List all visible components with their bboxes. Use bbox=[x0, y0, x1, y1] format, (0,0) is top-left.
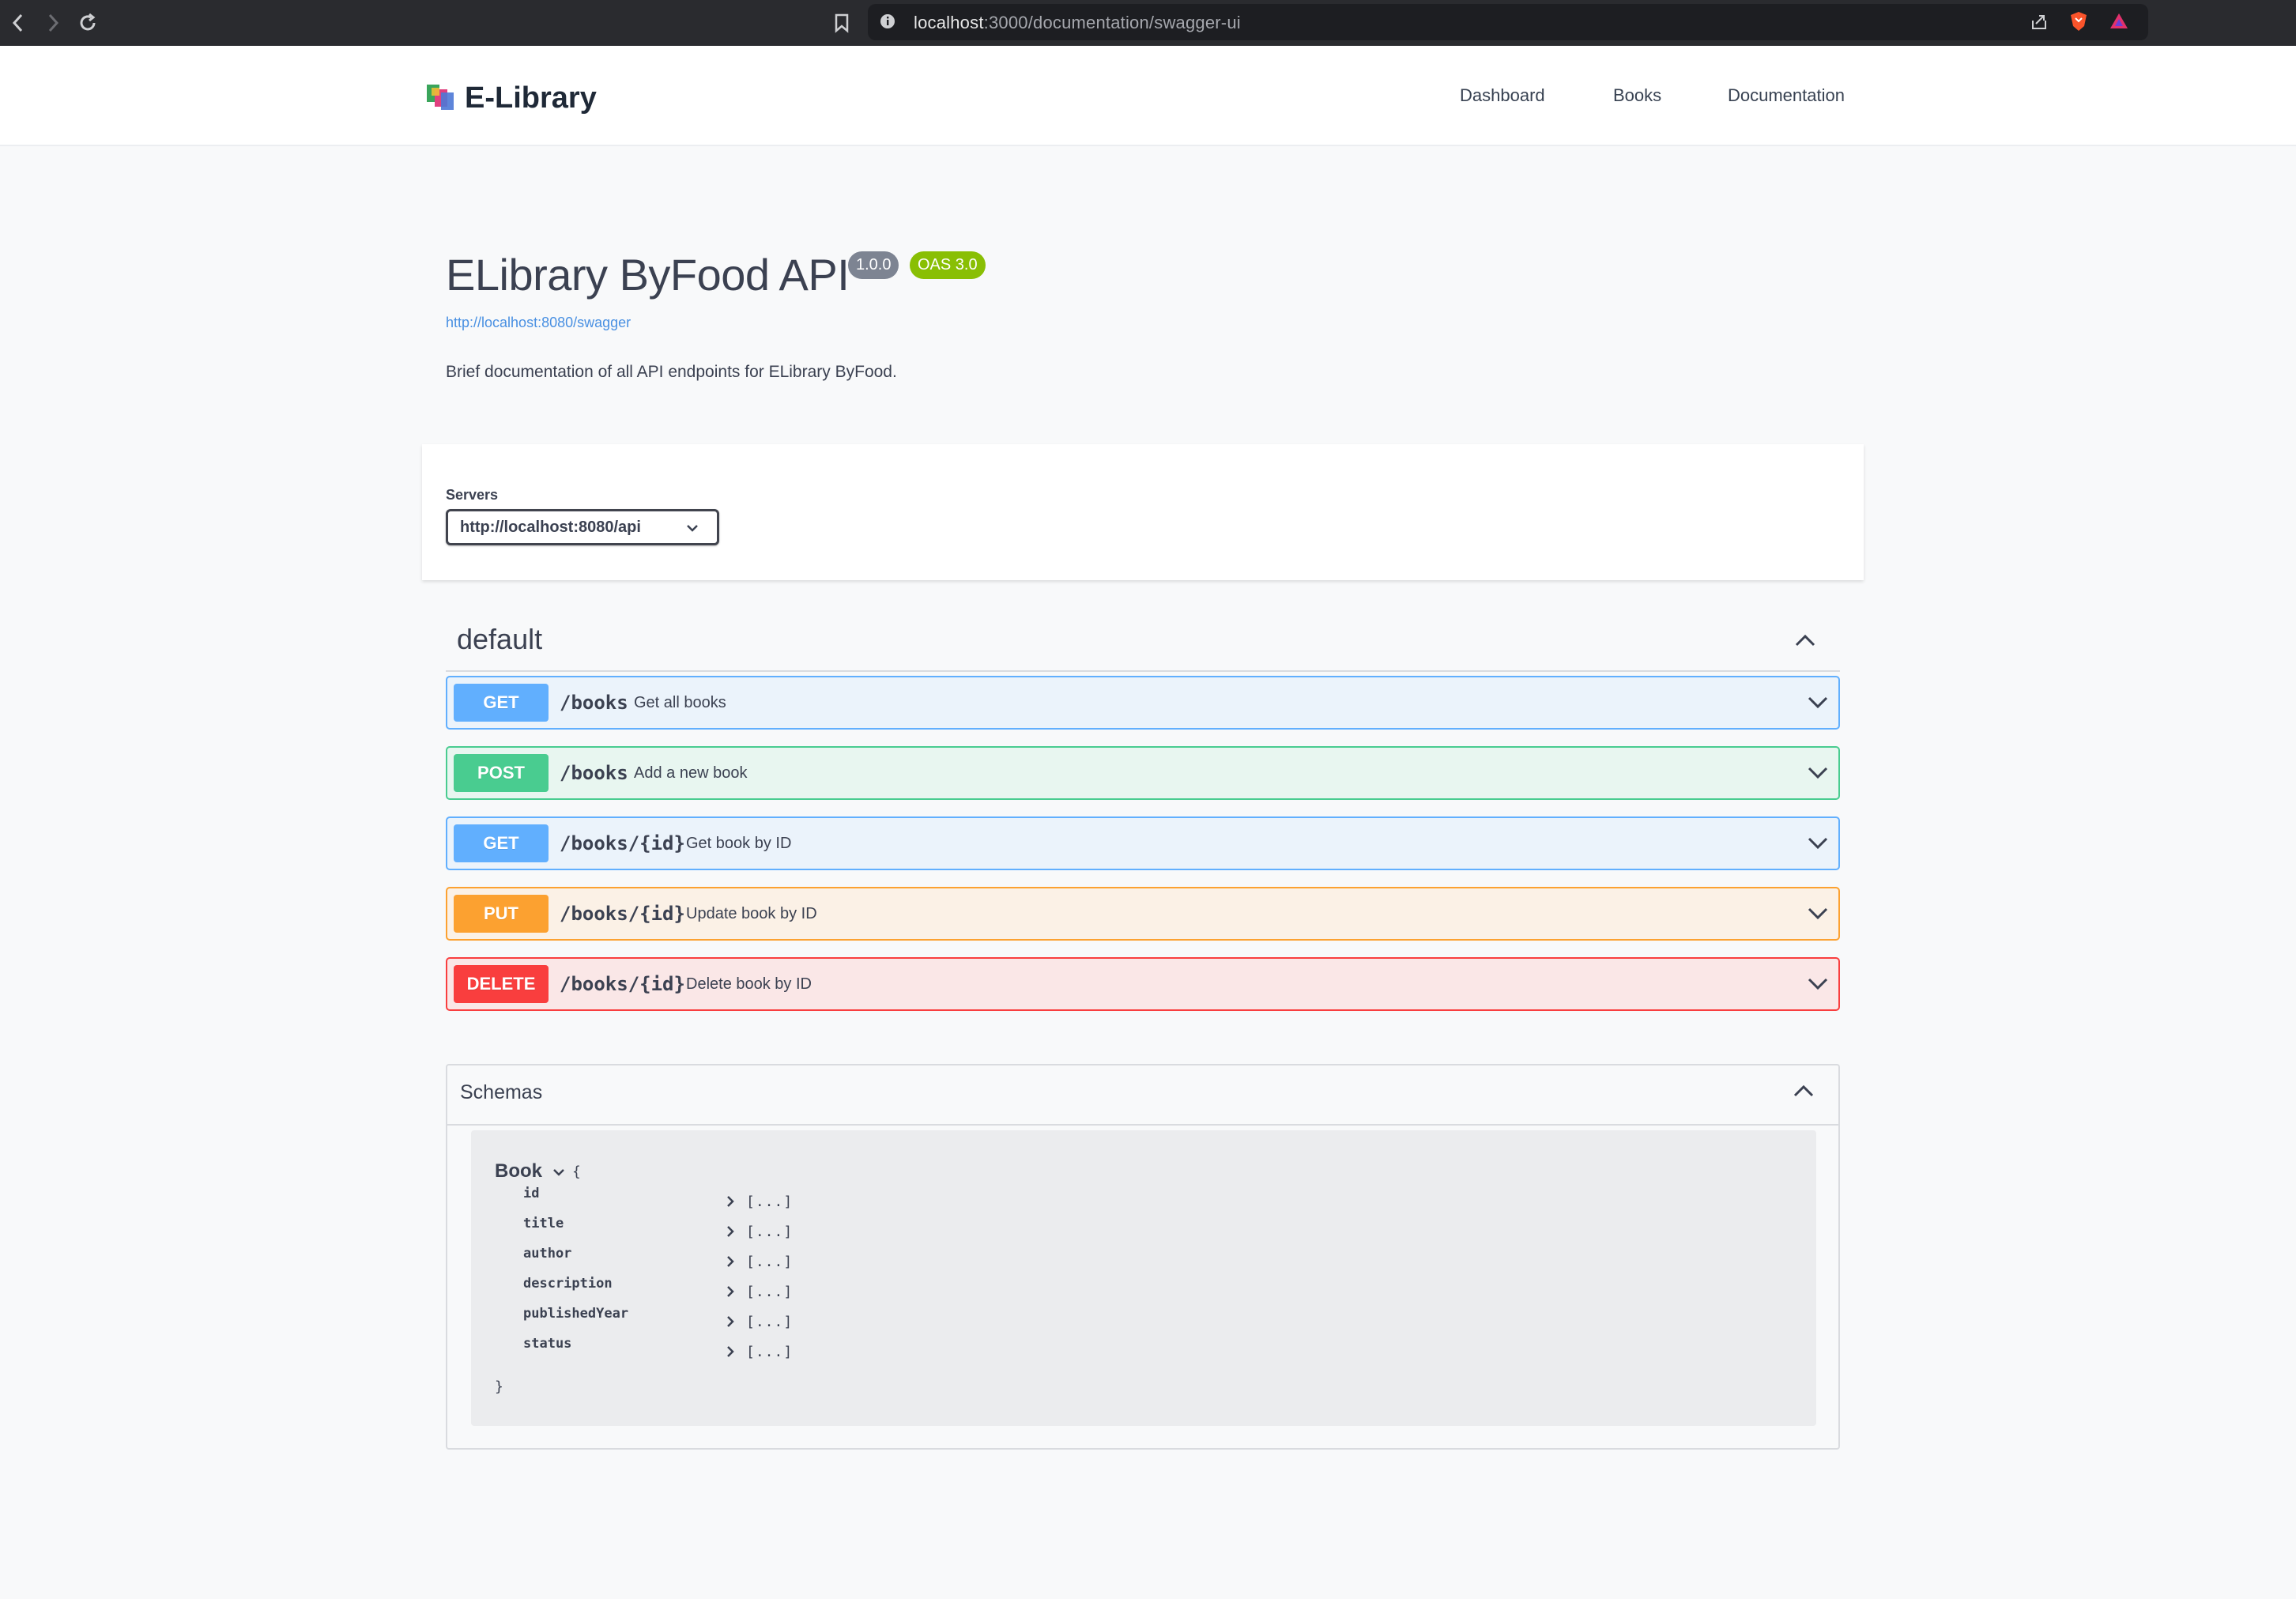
property-collapsed-value[interactable]: [...] bbox=[746, 1314, 793, 1330]
chevron-up-icon[interactable] bbox=[1793, 1083, 1815, 1103]
nav-dashboard[interactable]: Dashboard bbox=[1460, 85, 1545, 106]
operation-path: /books bbox=[560, 762, 628, 784]
url-text: localhost:3000/documentation/swagger-ui bbox=[914, 13, 1241, 32]
chevron-down-icon[interactable] bbox=[1807, 695, 1829, 715]
nav-books[interactable]: Books bbox=[1613, 85, 1661, 106]
property-name: publishedYear bbox=[523, 1306, 629, 1322]
operation-summary: Get all books bbox=[634, 694, 726, 711]
chevron-right-icon[interactable] bbox=[726, 1285, 735, 1302]
brave-rewards-icon[interactable] bbox=[2109, 11, 2129, 36]
property-name: description bbox=[523, 1276, 613, 1292]
operation-get-book-by-id[interactable]: GET /books/{id} Get book by ID bbox=[446, 816, 1840, 870]
property-name: status bbox=[523, 1336, 572, 1352]
operation-post-books[interactable]: POST /books Add a new book bbox=[446, 746, 1840, 800]
operation-path: /books bbox=[560, 692, 628, 714]
oas-badge: OAS 3.0 bbox=[910, 251, 986, 279]
operation-summary: Update book by ID bbox=[686, 905, 817, 922]
property-collapsed-value[interactable]: [...] bbox=[746, 1344, 793, 1360]
model-property-row: title [...] bbox=[471, 1216, 1816, 1246]
model-property-row: status [...] bbox=[471, 1336, 1816, 1366]
address-bar[interactable]: localhost:3000/documentation/swagger-ui bbox=[868, 4, 2148, 40]
chevron-down-icon[interactable] bbox=[1807, 906, 1829, 926]
operation-path: /books/{id} bbox=[560, 903, 685, 925]
brand-logo[interactable]: E-Library bbox=[425, 81, 597, 115]
back-icon[interactable] bbox=[3, 8, 33, 38]
chevron-down-icon[interactable] bbox=[1807, 765, 1829, 785]
chevron-down-icon bbox=[685, 522, 699, 537]
api-title: ELibrary ByFood API bbox=[446, 250, 850, 300]
chevron-right-icon[interactable] bbox=[726, 1345, 735, 1362]
tag-title: default bbox=[457, 623, 543, 655]
model-property-row: publishedYear [...] bbox=[471, 1306, 1816, 1336]
property-collapsed-value[interactable]: [...] bbox=[746, 1254, 793, 1270]
model-property-row: author [...] bbox=[471, 1246, 1816, 1276]
operation-summary: Add a new book bbox=[634, 764, 748, 782]
chevron-down-icon[interactable] bbox=[1807, 835, 1829, 855]
property-name: id bbox=[523, 1186, 540, 1201]
servers-select[interactable]: http://localhost:8080/api bbox=[446, 509, 719, 545]
property-name: title bbox=[523, 1216, 564, 1231]
operation-path: /books/{id} bbox=[560, 832, 685, 854]
version-badge: 1.0.0 bbox=[848, 251, 899, 279]
method-badge: GET bbox=[454, 684, 549, 722]
bookmark-icon[interactable] bbox=[827, 8, 857, 38]
brand-title: E-Library bbox=[465, 81, 597, 115]
property-name: author bbox=[523, 1246, 572, 1261]
close-brace: } bbox=[495, 1378, 503, 1395]
method-badge: GET bbox=[454, 824, 549, 862]
forward-icon[interactable] bbox=[38, 8, 68, 38]
operation-delete-book-by-id[interactable]: DELETE /books/{id} Delete book by ID bbox=[446, 957, 1840, 1011]
schemas-header[interactable]: Schemas bbox=[447, 1065, 1838, 1126]
chevron-right-icon[interactable] bbox=[726, 1315, 735, 1332]
app-header: E-Library Dashboard Books Documentation bbox=[0, 46, 2296, 146]
brave-shields-icon[interactable] bbox=[2069, 10, 2088, 36]
chevron-up-icon[interactable] bbox=[1794, 632, 1816, 652]
property-collapsed-value[interactable]: [...] bbox=[746, 1284, 793, 1300]
property-collapsed-value[interactable]: [...] bbox=[746, 1224, 793, 1240]
method-badge: POST bbox=[454, 754, 549, 792]
method-badge: DELETE bbox=[454, 965, 549, 1003]
operation-summary: Get book by ID bbox=[686, 835, 792, 852]
chevron-right-icon[interactable] bbox=[726, 1195, 735, 1212]
model-book: Book { id [...] title [...] author [...]… bbox=[471, 1130, 1816, 1426]
method-badge: PUT bbox=[454, 895, 549, 933]
model-property-row: description [...] bbox=[471, 1276, 1816, 1306]
books-logo-icon bbox=[425, 81, 457, 115]
chevron-down-icon[interactable] bbox=[1807, 976, 1829, 996]
operation-summary: Delete book by ID bbox=[686, 975, 812, 993]
api-description: Brief documentation of all API endpoints… bbox=[446, 363, 897, 381]
servers-label: Servers bbox=[446, 487, 499, 503]
browser-toolbar: localhost:3000/documentation/swagger-ui bbox=[0, 0, 2296, 46]
nav-documentation[interactable]: Documentation bbox=[1728, 85, 1845, 106]
schemas-section: Schemas Book { id [...] title [...] auth… bbox=[446, 1064, 1840, 1450]
property-collapsed-value[interactable]: [...] bbox=[746, 1194, 793, 1210]
open-brace: { bbox=[572, 1163, 581, 1180]
operation-path: /books/{id} bbox=[560, 973, 685, 995]
operation-put-book-by-id[interactable]: PUT /books/{id} Update book by ID bbox=[446, 887, 1840, 941]
model-name[interactable]: Book bbox=[495, 1160, 542, 1182]
chevron-down-icon[interactable] bbox=[552, 1167, 566, 1181]
model-property-row: id [...] bbox=[471, 1186, 1816, 1216]
servers-panel: Servers http://localhost:8080/api bbox=[422, 444, 1864, 580]
schemas-title: Schemas bbox=[460, 1081, 543, 1103]
site-info-icon[interactable] bbox=[879, 13, 896, 34]
operation-get-books[interactable]: GET /books Get all books bbox=[446, 676, 1840, 730]
chevron-right-icon[interactable] bbox=[726, 1225, 735, 1242]
reload-icon[interactable] bbox=[73, 8, 103, 38]
tag-section-header[interactable]: default bbox=[446, 618, 1840, 672]
chevron-right-icon[interactable] bbox=[726, 1255, 735, 1272]
share-icon[interactable] bbox=[2030, 13, 2049, 36]
servers-selected-value: http://localhost:8080/api bbox=[460, 519, 641, 536]
spec-url-link[interactable]: http://localhost:8080/swagger bbox=[446, 315, 631, 331]
